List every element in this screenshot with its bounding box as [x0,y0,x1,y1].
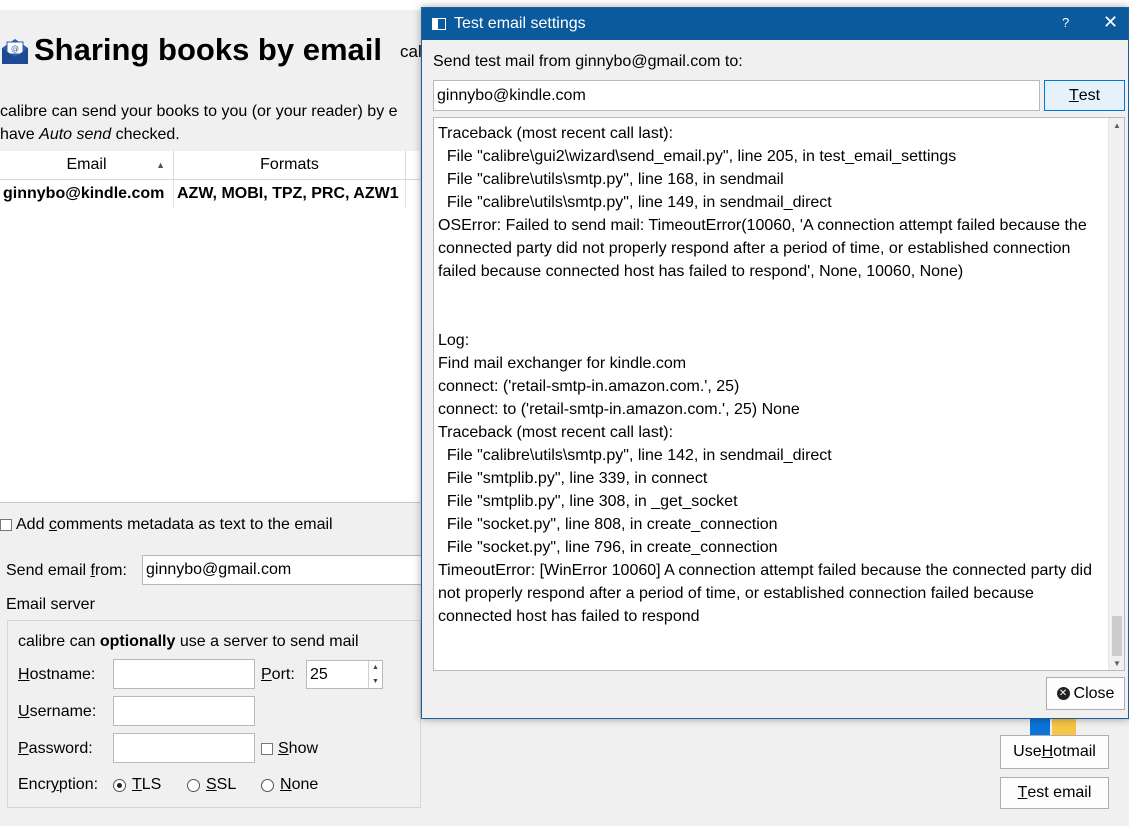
none-radio[interactable] [261,778,274,792]
send-from-input[interactable]: ginnybo@gmail.com [142,555,432,585]
server-intro: calibre can optionally use a server to s… [18,633,359,650]
table-header: Email ▲ Formats [0,151,420,180]
column-header-email[interactable]: Email ▲ [0,151,174,179]
log-output[interactable]: Traceback (most recent call last): File … [433,117,1125,671]
intro-line-1: calibre can send your books to you (or y… [0,103,398,120]
scroll-thumb[interactable] [1112,616,1122,656]
intro-line-2-post: checked. [111,126,180,143]
sort-ascending-icon: ▲ [156,160,165,170]
tls-label: TLS [132,776,162,793]
cell-formats[interactable]: AZW, MOBI, TPZ, PRC, AZW1 [174,180,406,208]
page-title-suffix: cal [400,42,422,61]
add-comments-option[interactable]: Add comments metadata as text to the ema… [0,516,333,534]
send-test-label: Send test mail from ginnybo@gmail.com to… [433,53,743,70]
hostname-input[interactable] [113,659,255,689]
hostname-label: Hostname: [18,666,96,683]
column-header-formats-label: Formats [260,156,319,173]
log-scrollbar[interactable]: ▲ ▼ [1108,118,1124,670]
intro-auto-send: Auto send [39,126,112,143]
dialog-titlebar[interactable]: Test email settings ? ✕ [422,8,1128,40]
show-password-checkbox[interactable] [261,743,273,755]
scroll-up-icon[interactable]: ▲ [1109,118,1125,132]
table-row[interactable]: ginnybo@kindle.com AZW, MOBI, TPZ, PRC, … [0,180,420,208]
intro-line-2-pre: have [0,126,40,143]
add-comments-checkbox[interactable] [0,519,12,531]
none-label: None [280,776,319,793]
envelope-icon: @ [2,39,28,64]
spin-down-icon[interactable]: ▼ [369,675,382,689]
scroll-down-icon[interactable]: ▼ [1109,656,1125,670]
send-from-label: Send email from: [6,562,127,579]
test-button[interactable]: Test [1044,80,1125,111]
close-button[interactable]: ✕ Close [1046,677,1125,710]
username-input[interactable] [113,696,255,726]
password-input[interactable] [113,733,255,763]
column-header-email-label: Email [66,156,107,173]
dialog-title: Test email settings [454,15,586,32]
port-label: Port: [261,666,295,683]
show-password-option[interactable]: Show [261,740,318,758]
intro-text: calibre can send your books to you (or y… [0,100,398,146]
email-accounts-table[interactable]: Email ▲ Formats ginnybo@kindle.com AZW, M… [0,151,420,503]
log-text: Traceback (most recent call last): File … [438,125,1092,625]
port-spinbox[interactable]: 25 ▲ ▼ [306,660,383,689]
password-label: Password: [18,740,93,757]
svg-text:@: @ [11,44,19,53]
port-spin-buttons[interactable]: ▲ ▼ [368,661,382,688]
close-icon[interactable]: ✕ [1103,12,1118,33]
encryption-ssl-option[interactable]: SSL [187,776,236,794]
ssl-label: SSL [206,776,237,793]
cell-email[interactable]: ginnybo@kindle.com [0,180,174,208]
show-password-label: Show [278,740,319,757]
test-recipient-input[interactable]: ginnybo@kindle.com [433,80,1040,111]
add-comments-label: Add comments metadata as text to the ema… [16,516,333,533]
close-button-label: Close [1073,684,1115,702]
encryption-tls-option[interactable]: TLS [113,776,161,794]
username-label: Username: [18,703,97,720]
window-icon [432,18,446,30]
spin-up-icon[interactable]: ▲ [369,661,382,675]
test-email-button[interactable]: Test email [1000,777,1109,809]
encryption-label: Encryption: [18,776,99,793]
use-hotmail-button[interactable]: Use Hotmail [1000,735,1109,769]
tls-radio[interactable] [113,778,126,792]
column-header-formats[interactable]: Formats [174,151,406,179]
test-email-dialog: Test email settings ? ✕ Send test mail f… [421,7,1129,719]
email-server-label: Email server [6,596,95,613]
ssl-radio[interactable] [187,778,200,792]
port-value[interactable]: 25 [307,661,368,688]
encryption-none-option[interactable]: None [261,776,318,794]
page-title: Sharing books by email [34,32,382,67]
close-circle-icon: ✕ [1056,687,1070,700]
intro-line-2: have Auto send checked. [0,123,398,146]
help-button[interactable]: ? [1062,15,1069,30]
